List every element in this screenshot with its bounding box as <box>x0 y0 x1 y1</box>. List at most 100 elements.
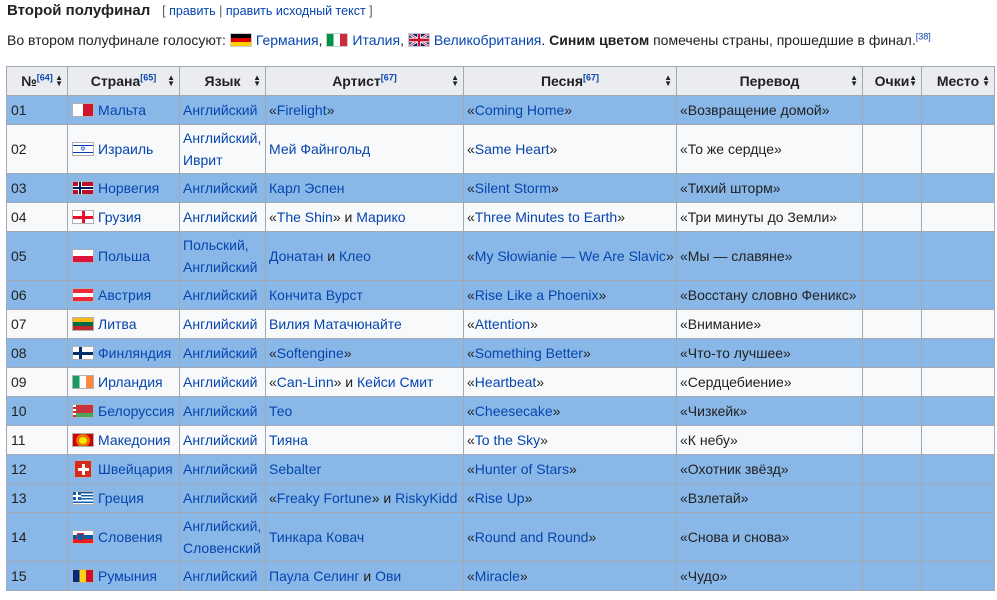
artist-link[interactable]: Мей Файнгольд <box>269 141 370 157</box>
song-link[interactable]: My Słowianie — We Are Slavic <box>475 248 666 264</box>
language-link[interactable]: Английский <box>183 490 257 506</box>
artist-link[interactable]: The Shin <box>277 209 333 225</box>
column-header-7[interactable]: Очки ▲ ▼ <box>862 66 922 96</box>
artist-link[interactable]: Freaky Fortune <box>277 490 372 506</box>
edit-source-link[interactable]: править исходный текст <box>226 4 366 18</box>
country-link[interactable]: Мальта <box>98 102 146 118</box>
song-link[interactable]: Coming Home <box>475 102 564 118</box>
song-link[interactable]: Hunter of Stars <box>475 461 569 477</box>
edit-link[interactable]: править <box>169 4 216 18</box>
artist-link[interactable]: Firelight <box>277 102 327 118</box>
song-link[interactable]: Rise Like a Phoenix <box>475 287 599 303</box>
song-link[interactable]: Round and Round <box>475 529 589 545</box>
language-link[interactable]: Английский <box>183 316 257 332</box>
language-link[interactable]: Английский <box>183 461 257 477</box>
country-link[interactable]: Израиль <box>98 141 153 157</box>
column-header-1[interactable]: №[64] ▲ ▼ <box>6 66 68 96</box>
artist-link[interactable]: RiskyKidd <box>395 490 457 506</box>
artist-link[interactable]: Тияна <box>269 432 308 448</box>
language-link[interactable]: Английский <box>183 345 257 361</box>
cell-place <box>921 425 995 455</box>
sort-icon[interactable]: ▲ ▼ <box>451 74 459 88</box>
language-link[interactable]: Английский <box>183 568 257 584</box>
voter-link-italy[interactable]: Италия <box>352 32 400 48</box>
country-link[interactable]: Греция <box>98 490 144 506</box>
artist-link[interactable]: Кончита Вурст <box>269 287 363 303</box>
sort-icon[interactable]: ▲ ▼ <box>982 74 990 88</box>
country-link[interactable]: Словения <box>98 529 162 545</box>
column-ref[interactable]: [64] <box>37 72 53 82</box>
column-header-2[interactable]: Страна[65] ▲ ▼ <box>67 66 180 96</box>
artist-link[interactable]: Донатан <box>269 248 323 264</box>
language-link[interactable]: Английский <box>183 374 257 390</box>
language-link[interactable]: Английский <box>183 102 257 118</box>
language-link[interactable]: Словенский <box>183 540 261 556</box>
cell-language: Английский <box>179 483 266 513</box>
country-link[interactable]: Румыния <box>98 568 157 584</box>
song-link[interactable]: Same Heart <box>475 141 550 157</box>
artist-link[interactable]: Тео <box>269 403 292 419</box>
song-link[interactable]: Attention <box>475 316 530 332</box>
song-link[interactable]: Miracle <box>475 568 520 584</box>
cell-number: 01 <box>6 95 68 125</box>
song-link[interactable]: Rise Up <box>475 490 525 506</box>
sort-icon[interactable]: ▲ ▼ <box>850 74 858 88</box>
country-link[interactable]: Австрия <box>98 287 151 303</box>
sort-icon[interactable]: ▲ ▼ <box>253 74 261 88</box>
artist-link[interactable]: Кейси Смит <box>357 374 433 390</box>
column-header-4[interactable]: Артист[67] ▲ ▼ <box>265 66 464 96</box>
country-link[interactable]: Норвегия <box>98 180 159 196</box>
cell-song: «Round and Round» <box>463 512 677 562</box>
artist-link[interactable]: Карл Эспен <box>269 180 344 196</box>
artist-link[interactable]: Softengine <box>277 345 344 361</box>
country-link[interactable]: Грузия <box>98 209 141 225</box>
column-ref[interactable]: [67] <box>381 72 397 82</box>
column-header-8[interactable]: Место ▲ ▼ <box>921 66 995 96</box>
song-link[interactable]: Cheesecake <box>475 403 553 419</box>
country-link[interactable]: Польша <box>98 248 150 264</box>
language-link[interactable]: Английский <box>183 403 257 419</box>
country-link[interactable]: Македония <box>98 432 170 448</box>
column-header-5[interactable]: Песня[67] ▲ ▼ <box>463 66 677 96</box>
sort-icon[interactable]: ▲ ▼ <box>664 74 672 88</box>
cell-country: Швейцария <box>67 454 180 484</box>
column-header-6[interactable]: Перевод ▲ ▼ <box>676 66 863 96</box>
column-ref[interactable]: [65] <box>140 72 156 82</box>
language-link[interactable]: Английский <box>183 432 257 448</box>
artist-link[interactable]: Can-Linn <box>277 374 334 390</box>
sort-icon[interactable]: ▲ ▼ <box>909 74 917 88</box>
column-ref[interactable]: [67] <box>583 72 599 82</box>
column-header-3[interactable]: Язык ▲ ▼ <box>179 66 266 96</box>
cell-points <box>862 367 922 397</box>
artist-link[interactable]: Тинкара Ковач <box>269 529 364 545</box>
song-link[interactable]: Three Minutes to Earth <box>475 209 617 225</box>
song-link[interactable]: Something Better <box>475 345 583 361</box>
voter-link-germany[interactable]: Германия <box>256 32 319 48</box>
language-link[interactable]: Английский, <box>183 518 261 534</box>
country-link[interactable]: Литва <box>98 316 137 332</box>
sort-icon[interactable]: ▲ ▼ <box>55 74 63 88</box>
language-link[interactable]: Английский <box>183 180 257 196</box>
song-link[interactable]: Heartbeat <box>475 374 536 390</box>
artist-link[interactable]: Клео <box>339 248 371 264</box>
language-link[interactable]: Английский <box>183 259 257 275</box>
language-link[interactable]: Иврит <box>183 152 223 168</box>
language-link[interactable]: Английский <box>183 287 257 303</box>
voter-link-uk[interactable]: Великобритания <box>434 32 542 48</box>
country-link[interactable]: Белоруссия <box>98 403 175 419</box>
artist-link[interactable]: Sebalter <box>269 461 321 477</box>
sort-icon[interactable]: ▲ ▼ <box>167 74 175 88</box>
language-link[interactable]: Английский, <box>183 130 261 146</box>
language-link[interactable]: Английский <box>183 209 257 225</box>
song-link[interactable]: Silent Storm <box>475 180 551 196</box>
country-link[interactable]: Швейцария <box>98 461 173 477</box>
language-link[interactable]: Польский, <box>183 237 249 253</box>
artist-link[interactable]: Паула Селинг <box>269 568 360 584</box>
artist-link[interactable]: Вилия Матачюнайте <box>269 316 402 332</box>
country-link[interactable]: Финляндия <box>98 345 171 361</box>
song-link[interactable]: To the Sky <box>475 432 540 448</box>
country-link[interactable]: Ирландия <box>98 374 163 390</box>
intro-ref[interactable]: [38] <box>916 31 931 41</box>
artist-link[interactable]: Марико <box>356 209 405 225</box>
artist-link[interactable]: Ови <box>375 568 401 584</box>
